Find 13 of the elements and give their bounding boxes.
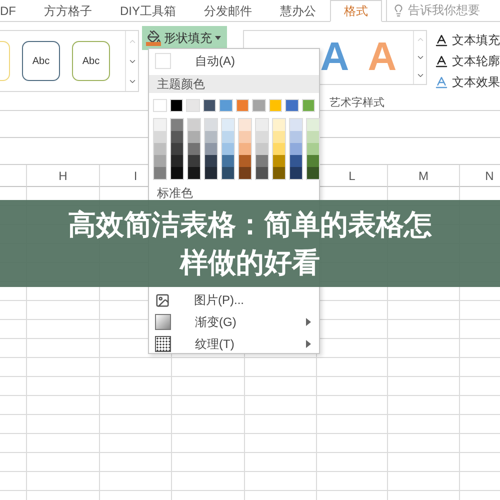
text-command[interactable]: 文本效果 bbox=[434, 74, 500, 91]
group-label: 艺术字样式 bbox=[330, 96, 384, 110]
section-header: 主题颜色 bbox=[149, 75, 319, 93]
text-command[interactable]: 文本填充 bbox=[434, 32, 500, 49]
menu-item[interactable]: 自动(A) bbox=[149, 49, 319, 73]
shape-style-sample[interactable]: Abc bbox=[22, 41, 60, 81]
menu-item[interactable]: 渐变(G) bbox=[149, 311, 319, 333]
banner-title: 高效简洁表格：简单的表格怎样做的好看 bbox=[67, 208, 433, 280]
text-command[interactable]: 文本轮廓 bbox=[434, 53, 500, 70]
shape-style-sample[interactable]: Abc bbox=[72, 41, 110, 81]
menu-item[interactable]: 纹理(T) bbox=[149, 333, 319, 355]
shape-fill-button[interactable]: 形状填充 bbox=[142, 26, 227, 50]
menu-item[interactable]: 图片(P)... bbox=[149, 289, 319, 311]
